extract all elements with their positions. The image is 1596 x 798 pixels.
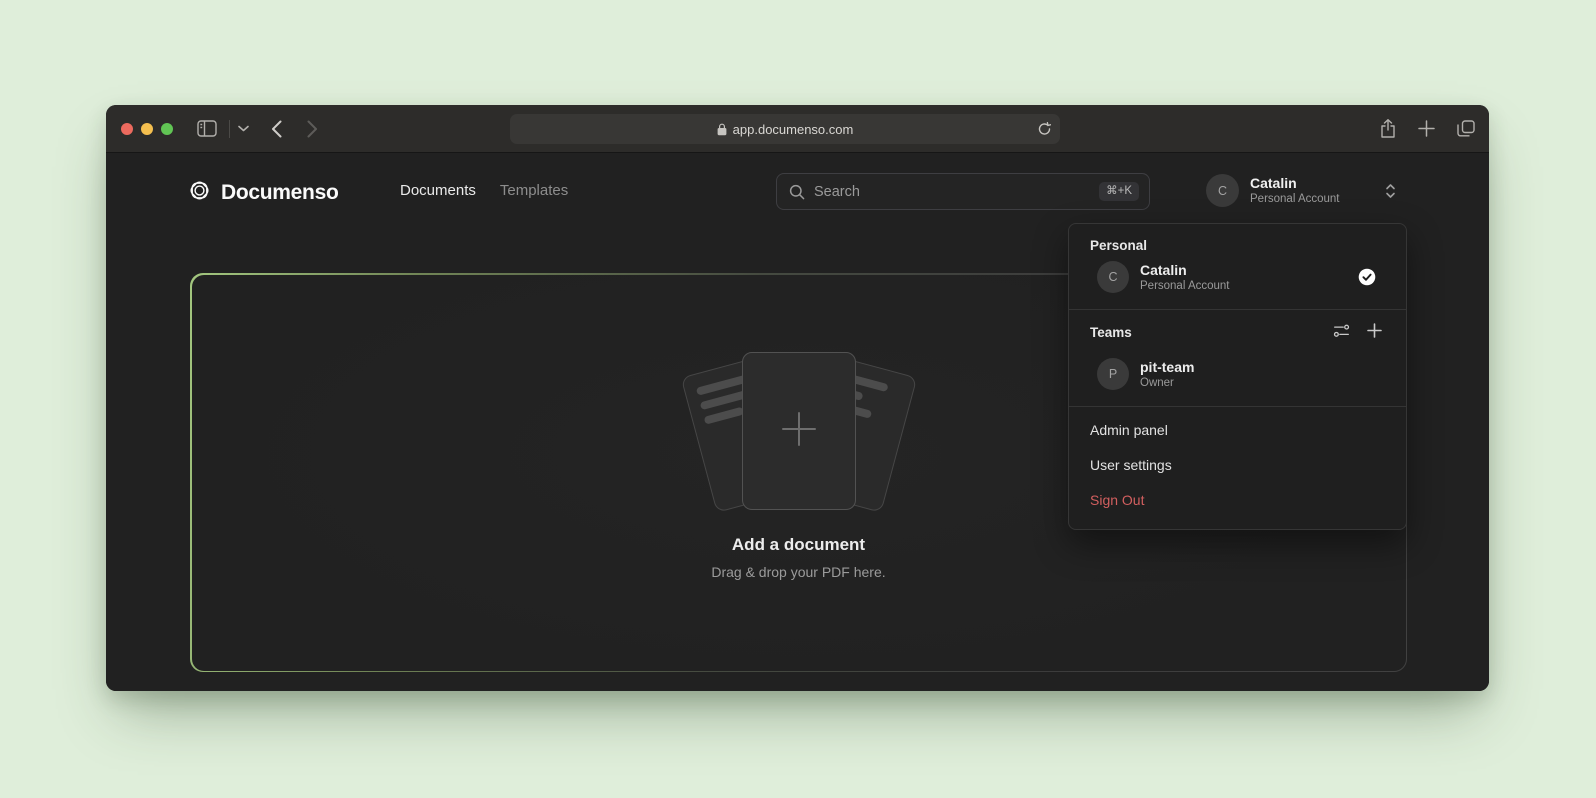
dropzone-subtitle: Drag & drop your PDF here. — [711, 564, 885, 580]
add-plus-icon — [777, 407, 821, 456]
url-text: app.documenso.com — [733, 122, 854, 137]
team-name: pit-team — [1140, 359, 1194, 376]
brand-name: Documenso — [221, 181, 339, 205]
check-circle-icon — [1358, 268, 1376, 286]
personal-account-type: Personal Account — [1140, 279, 1230, 293]
menu-item-sign-out[interactable]: Sign Out — [1081, 482, 1394, 517]
document-stack-illustration — [696, 351, 902, 517]
dropzone-title: Add a document — [732, 535, 865, 555]
create-team-button[interactable] — [1367, 323, 1382, 341]
documenso-logo-icon — [188, 179, 211, 207]
brand-logo[interactable]: Documenso — [188, 179, 339, 207]
avatar: P — [1097, 358, 1129, 390]
forward-button[interactable] — [307, 120, 318, 138]
account-name: Catalin — [1250, 175, 1382, 192]
sidebar-toggle-button[interactable] — [197, 120, 217, 137]
main-nav: Documents Templates — [400, 182, 568, 199]
tabs-icon — [1457, 120, 1475, 137]
reload-icon[interactable] — [1038, 122, 1051, 136]
search-input[interactable] — [814, 184, 1099, 200]
teams-section-label: Teams — [1090, 325, 1132, 340]
search-icon — [789, 184, 805, 200]
nav-templates[interactable]: Templates — [500, 182, 568, 199]
address-bar[interactable]: app.documenso.com — [510, 114, 1060, 144]
sliders-icon — [1333, 322, 1350, 342]
account-menu-button[interactable]: C Catalin Personal Account — [1206, 174, 1397, 207]
team-item[interactable]: P pit-team Owner — [1081, 358, 1394, 390]
browser-toolbar: app.documenso.com — [106, 105, 1489, 153]
personal-section-label: Personal — [1090, 238, 1394, 253]
zoom-button[interactable] — [161, 123, 173, 135]
minimize-button[interactable] — [141, 123, 153, 135]
sidebar-menu-button[interactable] — [238, 125, 249, 132]
desktop-background: app.documenso.com — [0, 0, 1596, 798]
nav-documents[interactable]: Documents — [400, 182, 476, 199]
document-card-center — [742, 352, 856, 510]
avatar: C — [1206, 174, 1239, 207]
personal-account-item[interactable]: C Catalin Personal Account — [1081, 261, 1394, 293]
personal-account-name: Catalin — [1140, 262, 1230, 279]
chevron-left-icon — [271, 120, 282, 138]
lock-icon — [717, 123, 727, 136]
account-type: Personal Account — [1250, 192, 1382, 206]
team-role: Owner — [1140, 376, 1194, 390]
share-button[interactable] — [1380, 119, 1396, 138]
plus-icon — [1418, 120, 1435, 137]
teams-section-header: Teams — [1081, 322, 1394, 342]
search-bar[interactable]: ⌘+K — [776, 173, 1150, 210]
account-dropdown-menu: Personal C Catalin Personal Account — [1068, 223, 1407, 530]
toolbar-right-group — [1380, 119, 1477, 138]
menu-item-user-settings[interactable]: User settings — [1081, 447, 1394, 482]
sidebar-icon — [197, 120, 217, 137]
menu-item-admin-panel[interactable]: Admin panel — [1081, 412, 1394, 447]
app-content: Documenso Documents Templates ⌘+K C Cata… — [106, 153, 1489, 691]
browser-window: app.documenso.com — [106, 105, 1489, 691]
back-button[interactable] — [271, 120, 282, 138]
share-icon — [1380, 119, 1396, 138]
avatar: C — [1097, 261, 1129, 293]
new-tab-button[interactable] — [1418, 120, 1435, 137]
chevrons-up-down-icon — [1384, 183, 1397, 199]
close-button[interactable] — [121, 123, 133, 135]
menu-divider — [1069, 406, 1406, 407]
plus-icon — [1367, 323, 1382, 341]
tab-overview-button[interactable] — [1457, 120, 1475, 137]
toolbar-divider — [229, 120, 230, 138]
manage-teams-button[interactable] — [1333, 322, 1350, 342]
menu-divider — [1069, 309, 1406, 310]
chevron-down-icon — [238, 125, 249, 132]
chevron-right-icon — [307, 120, 318, 138]
search-shortcut-badge: ⌘+K — [1099, 182, 1139, 202]
traffic-lights — [121, 123, 173, 135]
